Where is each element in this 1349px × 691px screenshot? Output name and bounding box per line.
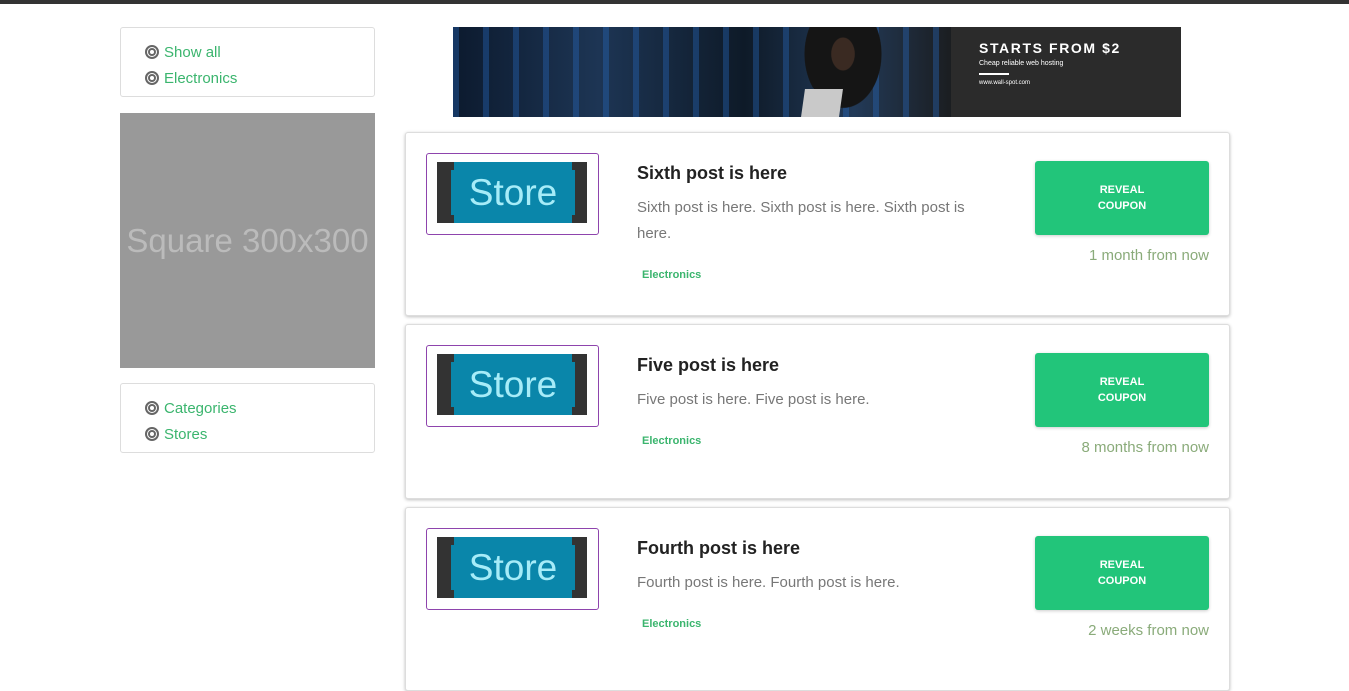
laptop-image	[801, 89, 843, 117]
store-logo[interactable]: Store	[426, 153, 599, 235]
reveal-coupon-button[interactable]: REVEAL COUPON	[1035, 536, 1209, 610]
coupon-card: Store Five post is here Five post is her…	[405, 324, 1230, 499]
expiry-date: 2 weeks from now	[1088, 622, 1209, 639]
expiry-date: 1 month from now	[1088, 247, 1209, 264]
post-category[interactable]: Electronics	[642, 435, 701, 447]
divider	[979, 73, 1009, 75]
banner-text: STARTS FROM $2 Cheap reliable web hostin…	[951, 27, 1181, 117]
links-box: Categories Stores	[120, 383, 375, 453]
top-bar	[0, 0, 1349, 4]
post-description: Five post is here. Five post is here.	[637, 391, 870, 408]
post-category[interactable]: Electronics	[642, 618, 701, 630]
target-icon	[145, 45, 159, 59]
store-logo-image: Store	[437, 537, 587, 598]
link-stores[interactable]: Stores	[145, 421, 374, 447]
post-description: Fourth post is here. Fourth post is here…	[637, 574, 900, 591]
target-icon	[145, 71, 159, 85]
banner-headline: STARTS FROM $2	[979, 40, 1121, 56]
post-title[interactable]: Five post is here	[637, 355, 779, 376]
coupon-card: Store Fourth post is here Fourth post is…	[405, 507, 1230, 691]
hosting-banner-ad[interactable]: STARTS FROM $2 Cheap reliable web hostin…	[453, 27, 1181, 117]
post-title[interactable]: Fourth post is here	[637, 538, 800, 559]
reveal-coupon-button[interactable]: REVEAL COUPON	[1035, 353, 1209, 427]
link-label: Stores	[164, 425, 208, 443]
store-logo[interactable]: Store	[426, 528, 599, 610]
store-logo-image: Store	[437, 354, 587, 415]
banner-url: www.wall-spot.com	[979, 80, 1031, 86]
link-label: Categories	[164, 399, 237, 417]
link-categories[interactable]: Categories	[145, 395, 374, 421]
reveal-coupon-button[interactable]: REVEAL COUPON	[1035, 161, 1209, 235]
filter-show-all[interactable]: Show all	[145, 39, 374, 65]
target-icon	[145, 401, 159, 415]
banner-subtitle: Cheap reliable web hosting	[979, 60, 1064, 67]
filter-label: Show all	[164, 43, 221, 61]
filter-label: Electronics	[164, 69, 238, 87]
store-logo-image: Store	[437, 162, 587, 223]
ad-placeholder: Square 300x300	[120, 113, 375, 368]
filter-box: Show all Electronics	[120, 27, 375, 97]
expiry-date: 8 months from now	[1081, 439, 1209, 456]
sidebar: Show all Electronics Square 300x300 Cate…	[120, 27, 375, 453]
post-description: Sixth post is here. Sixth post is here. …	[637, 199, 965, 242]
post-category[interactable]: Electronics	[642, 269, 701, 281]
filter-electronics[interactable]: Electronics	[145, 65, 374, 91]
store-logo[interactable]: Store	[426, 345, 599, 427]
post-title[interactable]: Sixth post is here	[637, 163, 787, 184]
target-icon	[145, 427, 159, 441]
coupon-card: Store Sixth post is here Sixth post is h…	[405, 132, 1230, 316]
